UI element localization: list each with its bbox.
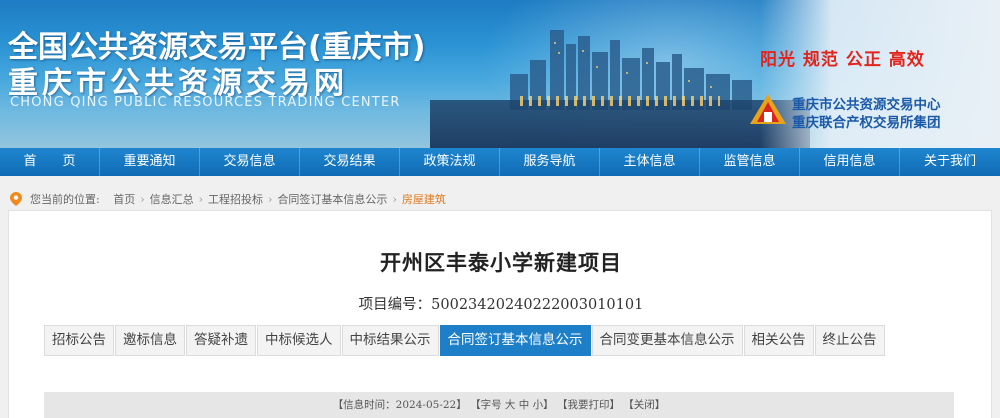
nav-notices[interactable]: 重要通知 [100, 148, 200, 176]
breadcrumb-prefix: 您当前的位置: [30, 193, 100, 206]
font-size-small-button[interactable]: 小】 [533, 399, 554, 411]
breadcrumb-home[interactable]: 首页 [113, 191, 135, 207]
tab-qa-supplement[interactable]: 答疑补遗 [186, 325, 256, 356]
tab-contract-signing-info[interactable]: 合同签订基本信息公示 [439, 325, 591, 356]
print-button[interactable]: 【我要打印】 [557, 399, 620, 411]
breadcrumb-separator: › [268, 192, 273, 206]
tab-termination-notice[interactable]: 终止公告 [814, 325, 885, 356]
site-english-title: CHONG QING PUBLIC RESOURCES TRADING CENT… [10, 95, 401, 110]
header-banner: 全国公共资源交易平台(重庆市) 重庆市公共资源交易网 CHONG QING PU… [0, 0, 1000, 148]
org-name-2: 重庆联合产权交易所集团 [792, 115, 941, 131]
font-size-medium-button[interactable]: 中 [519, 399, 530, 411]
breadcrumb: 您当前的位置: 首页 › 信息汇总 › 工程招投标 › 合同签订基本信息公示 ›… [10, 190, 446, 208]
nav-about[interactable]: 关于我们 [900, 148, 1000, 176]
project-code: 项目编号：500234202402220030101​01 [358, 297, 644, 313]
nav-service-guide[interactable]: 服务导航 [500, 148, 600, 176]
location-pin-icon [10, 192, 22, 206]
tab-invitation-info[interactable]: 邀标信息 [115, 325, 185, 356]
notice-tabs: 招标公告 邀标信息 答疑补遗 中标候选人 中标结果公示 合同签订基本信息公示 合… [44, 325, 886, 356]
font-size-large-button[interactable]: 大 [505, 399, 516, 411]
nav-policies[interactable]: 政策法规 [400, 148, 500, 176]
breadcrumb-current[interactable]: 房屋建筑 [402, 191, 446, 207]
breadcrumb-contract-info[interactable]: 合同签订基本信息公示 [277, 191, 387, 207]
nav-trade-info[interactable]: 交易信息 [200, 148, 300, 176]
breadcrumb-info-summary[interactable]: 信息汇总 [150, 191, 194, 207]
nav-home[interactable]: 首 页 [0, 148, 100, 176]
nav-credit[interactable]: 信用信息 [800, 148, 900, 176]
content-panel: 开州区丰泰小学新建项目 项目编号：500234202402220030101​0… [8, 210, 992, 418]
center-logo-icon [750, 94, 786, 124]
page-title: 开州区丰泰小学新建项目 [380, 250, 622, 275]
breadcrumb-separator: › [392, 192, 397, 206]
slogan: 阳光 规范 公正 高效 [760, 50, 925, 70]
nav-entity-info[interactable]: 主体信息 [600, 148, 700, 176]
nav-supervision[interactable]: 监管信息 [700, 148, 800, 176]
main-nav: 首 页 重要通知 交易信息 交易结果 政策法规 服务导航 主体信息 监管信息 信… [0, 148, 1000, 176]
org-name-1: 重庆市公共资源交易中心 [792, 97, 941, 113]
breadcrumb-separator: › [198, 192, 204, 206]
breadcrumb-separator: › [140, 192, 145, 206]
nav-trade-results[interactable]: 交易结果 [300, 148, 400, 176]
breadcrumb-separator [105, 193, 109, 206]
tab-related-notices[interactable]: 相关公告 [743, 325, 814, 356]
tab-winning-candidates[interactable]: 中标候选人 [257, 325, 341, 356]
tab-contract-change-info[interactable]: 合同变更基本信息公示 [591, 325, 743, 356]
tab-tender-notice[interactable]: 招标公告 [44, 325, 114, 356]
tab-winning-result[interactable]: 中标结果公示 [341, 325, 439, 356]
info-toolbar: 【信息时间：2024-05-22】 【字号 大 中 小】 【我要打印】 【关闭】 [44, 392, 954, 418]
river-lights [520, 96, 720, 106]
breadcrumb-engineering-bidding[interactable]: 工程招投标 [208, 191, 263, 207]
close-button[interactable]: 【关闭】 [623, 399, 665, 411]
font-size-label: 【字号 [470, 399, 502, 411]
info-time: 【信息时间：2024-05-22】 [332, 399, 467, 411]
